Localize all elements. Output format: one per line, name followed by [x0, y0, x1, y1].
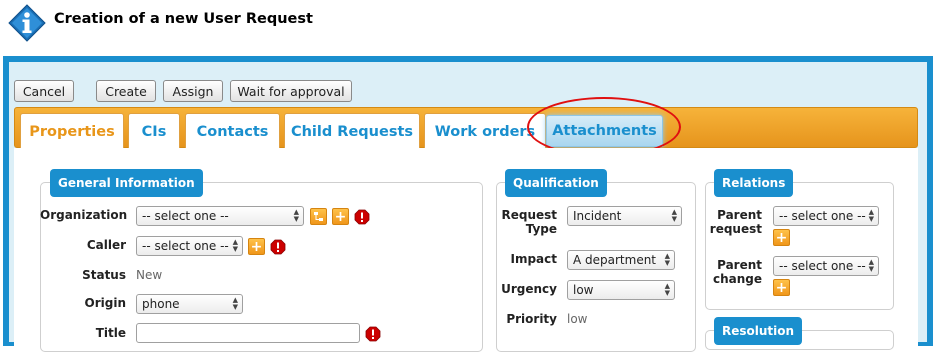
impact-select[interactable]: A department ▲ ▼ — [567, 250, 675, 270]
parent-change-label: Parent change — [705, 258, 762, 286]
organization-select-value: -- select one -- — [142, 209, 229, 223]
mandatory-icon — [365, 326, 381, 342]
status-value: New — [136, 268, 163, 282]
origin-select-value: phone — [142, 297, 180, 311]
qualification-legend: Qualification — [505, 169, 607, 197]
urgency-label: Urgency — [501, 282, 557, 296]
select-arrows-icon: ▲ ▼ — [664, 252, 670, 267]
cancel-button[interactable]: Cancel — [14, 80, 74, 102]
tab-bar: Properties CIs Contacts Child Requests W… — [14, 107, 918, 149]
organization-select[interactable]: -- select one -- ▲ ▼ — [136, 206, 304, 226]
tab-cis[interactable]: CIs — [128, 113, 180, 149]
relations-legend: Relations — [714, 169, 794, 197]
origin-label: Origin — [84, 296, 126, 310]
urgency-select[interactable]: low ▲ ▼ — [567, 280, 675, 300]
request-type-select-value: Incident — [573, 209, 622, 223]
add-parent-change-icon[interactable]: + — [773, 279, 790, 296]
title-bar: Creation of a new User Request — [0, 0, 933, 56]
parent-change-label-line1: Parent — [717, 258, 762, 272]
origin-select[interactable]: phone ▲ ▼ — [136, 294, 243, 314]
create-button[interactable]: Create — [96, 80, 156, 102]
caller-label: Caller — [86, 238, 126, 252]
mandatory-icon — [270, 239, 286, 255]
request-type-select[interactable]: Incident ▲ ▼ — [567, 206, 682, 226]
tab-attachments[interactable]: Attachments — [546, 115, 663, 147]
status-label: Status — [82, 268, 126, 282]
relations-fieldset — [705, 182, 894, 310]
caller-select-value: -- select one -- — [142, 239, 229, 253]
request-type-label: Request Type — [496, 208, 557, 236]
urgency-select-value: low — [573, 283, 594, 297]
info-icon — [8, 4, 46, 42]
general-information-legend: General Information — [50, 169, 203, 197]
parent-change-select[interactable]: -- select one -- ▲ ▼ — [773, 256, 879, 276]
parent-request-label-line2: request — [709, 222, 762, 236]
select-arrows-icon: ▲ ▼ — [293, 208, 299, 223]
parent-request-label: Parent request — [705, 208, 762, 236]
title-input[interactable] — [136, 323, 360, 343]
parent-request-select-value: -- select one -- — [779, 209, 866, 223]
caller-select[interactable]: -- select one -- ▲ ▼ — [136, 236, 243, 256]
select-arrows-icon: ▲ ▼ — [664, 282, 670, 297]
parent-change-label-line2: change — [712, 272, 762, 286]
mandatory-icon — [354, 209, 370, 225]
tab-properties[interactable]: Properties — [20, 113, 124, 149]
title-label: Title — [95, 326, 126, 340]
add-parent-request-icon[interactable]: + — [773, 229, 790, 246]
parent-request-label-line1: Parent — [717, 208, 762, 222]
select-arrows-icon: ▲ ▼ — [671, 208, 677, 223]
assign-button[interactable]: Assign — [163, 80, 223, 102]
add-organization-icon[interactable]: + — [332, 208, 349, 225]
add-caller-icon[interactable]: + — [248, 238, 265, 255]
request-type-label-line1: Request — [501, 208, 557, 222]
impact-label: Impact — [510, 252, 557, 266]
hierarchy-icon[interactable] — [310, 208, 327, 225]
page-title: Creation of a new User Request — [54, 11, 313, 27]
impact-select-value: A department — [573, 253, 657, 267]
priority-label: Priority — [506, 312, 557, 326]
resolution-legend: Resolution — [714, 317, 803, 345]
tab-child-requests[interactable]: Child Requests — [284, 113, 420, 149]
priority-value: low — [567, 312, 588, 326]
tab-contacts[interactable]: Contacts — [185, 113, 280, 149]
parent-request-select[interactable]: -- select one -- ▲ ▼ — [773, 206, 879, 226]
request-type-label-line2: Type — [525, 222, 557, 236]
select-arrows-icon: ▲ ▼ — [868, 258, 874, 273]
organization-label: Organization — [40, 208, 128, 222]
select-arrows-icon: ▲ ▼ — [868, 208, 874, 223]
select-arrows-icon: ▲ ▼ — [232, 296, 238, 311]
parent-change-select-value: -- select one -- — [779, 259, 866, 273]
wait-for-approval-button[interactable]: Wait for approval — [230, 80, 352, 102]
tab-work-orders[interactable]: Work orders — [424, 113, 546, 149]
select-arrows-icon: ▲ ▼ — [232, 238, 238, 253]
